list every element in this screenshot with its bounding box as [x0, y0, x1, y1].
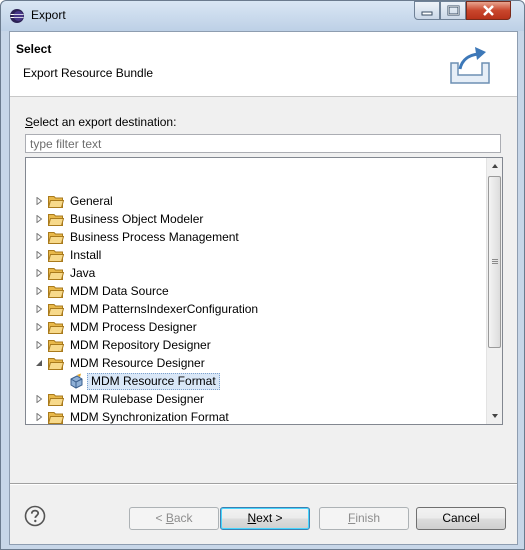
tree-item-label: MDM Resource Format: [87, 373, 220, 390]
collapsed-arrow-icon[interactable]: [35, 233, 43, 241]
folder-icon: [48, 214, 64, 226]
title-bar[interactable]: Export: [1, 1, 524, 31]
cancel-button[interactable]: Cancel: [416, 507, 506, 530]
tree-item-label: MDM Rulebase Designer: [70, 392, 205, 406]
folder-icon: [48, 304, 64, 316]
tree-item[interactable]: Business Object Modeler: [26, 210, 486, 228]
back-button[interactable]: < Back: [129, 507, 219, 530]
tree-item[interactable]: General: [26, 192, 486, 210]
tree-item-label: Business Process Management: [70, 230, 239, 244]
tree-item[interactable]: Install: [26, 246, 486, 264]
scrollbar-thumb[interactable]: [488, 176, 501, 348]
resource-format-icon: [70, 373, 83, 389]
scroll-down-arrow-icon[interactable]: [487, 407, 503, 424]
collapsed-arrow-icon[interactable]: [35, 215, 43, 223]
eclipse-app-icon: [10, 9, 24, 23]
folder-icon: [48, 358, 64, 370]
folder-icon: [48, 340, 64, 352]
tree-item[interactable]: MDM Resource Designer: [26, 354, 486, 372]
expanded-arrow-icon[interactable]: [35, 359, 43, 367]
tree-item-label: MDM Synchronization Format: [70, 410, 229, 424]
close-button[interactable]: [466, 1, 511, 20]
collapsed-arrow-icon[interactable]: [35, 287, 43, 295]
tree-item-label: MDM Process Designer: [70, 320, 197, 334]
collapsed-arrow-icon[interactable]: [35, 395, 43, 403]
filter-input[interactable]: [25, 134, 501, 153]
collapsed-arrow-icon[interactable]: [35, 305, 43, 313]
minimize-button[interactable]: [414, 1, 440, 20]
folder-icon: [48, 268, 64, 280]
export-icon: [450, 47, 490, 84]
destination-label: Select an export destination:: [25, 115, 177, 129]
grip-line: [492, 263, 498, 264]
next-button[interactable]: Next >: [220, 507, 310, 530]
collapsed-arrow-icon[interactable]: [35, 323, 43, 331]
tree-item-label: Business Object Modeler: [70, 212, 204, 226]
tree-item[interactable]: Java: [26, 264, 486, 282]
tree-item-label: MDM PatternsIndexerConfiguration: [70, 302, 259, 316]
collapsed-arrow-icon[interactable]: [35, 341, 43, 349]
tree-item[interactable]: MDM Synchronization Format: [26, 408, 486, 424]
tree-item-label: MDM Resource Designer: [70, 356, 205, 370]
maximize-icon: [447, 5, 460, 16]
tree-child-item[interactable]: MDM Resource Format: [26, 372, 486, 390]
tree-item[interactable]: MDM Data Source: [26, 282, 486, 300]
tree-item-label: General: [70, 194, 113, 208]
tree-content: General Business Object Modeler Business P…: [26, 158, 486, 424]
tree-item-label: MDM Repository Designer: [70, 338, 211, 352]
window-title: Export: [31, 8, 66, 22]
folder-icon: [48, 286, 64, 298]
page-title: Select: [16, 42, 52, 56]
folder-icon: [48, 250, 64, 262]
folder-icon: [48, 394, 64, 406]
close-icon: [483, 5, 494, 16]
finish-button[interactable]: Finish: [319, 507, 409, 530]
collapsed-arrow-icon[interactable]: [35, 413, 43, 421]
button-bar-separator: [10, 483, 517, 485]
minimize-icon: [421, 11, 433, 16]
tree-item[interactable]: MDM Repository Designer: [26, 336, 486, 354]
grip-line: [492, 259, 498, 260]
tree-item[interactable]: MDM Process Designer: [26, 318, 486, 336]
tree-vertical-scrollbar[interactable]: [486, 158, 502, 424]
folder-icon: [48, 322, 64, 334]
maximize-button[interactable]: [440, 1, 466, 20]
tree-item-label: Java: [70, 266, 96, 280]
tree-item[interactable]: MDM Rulebase Designer: [26, 390, 486, 408]
collapsed-arrow-icon[interactable]: [35, 197, 43, 205]
folder-icon: [48, 196, 64, 208]
collapsed-arrow-icon[interactable]: [35, 269, 43, 277]
wizard-header: Select Export Resource Bundle: [10, 32, 517, 97]
collapsed-arrow-icon[interactable]: [35, 251, 43, 259]
folder-icon: [48, 232, 64, 244]
page-description: Export Resource Bundle: [23, 66, 154, 80]
export-destination-tree[interactable]: General Business Object Modeler Business P…: [25, 157, 503, 425]
tree-item[interactable]: Business Process Management: [26, 228, 486, 246]
export-dialog-window: Export Select Export Resource Bundle Sel…: [0, 0, 525, 550]
tree-item-label: Install: [70, 248, 102, 262]
tree-item-label: MDM Data Source: [70, 284, 169, 298]
tree-item[interactable]: MDM PatternsIndexerConfiguration: [26, 300, 486, 318]
dialog-client-area: Select Export Resource Bundle Select an …: [9, 31, 518, 545]
help-icon[interactable]: [24, 505, 46, 527]
folder-icon: [48, 412, 64, 424]
scroll-up-arrow-icon[interactable]: [487, 158, 503, 175]
grip-line: [492, 261, 498, 262]
